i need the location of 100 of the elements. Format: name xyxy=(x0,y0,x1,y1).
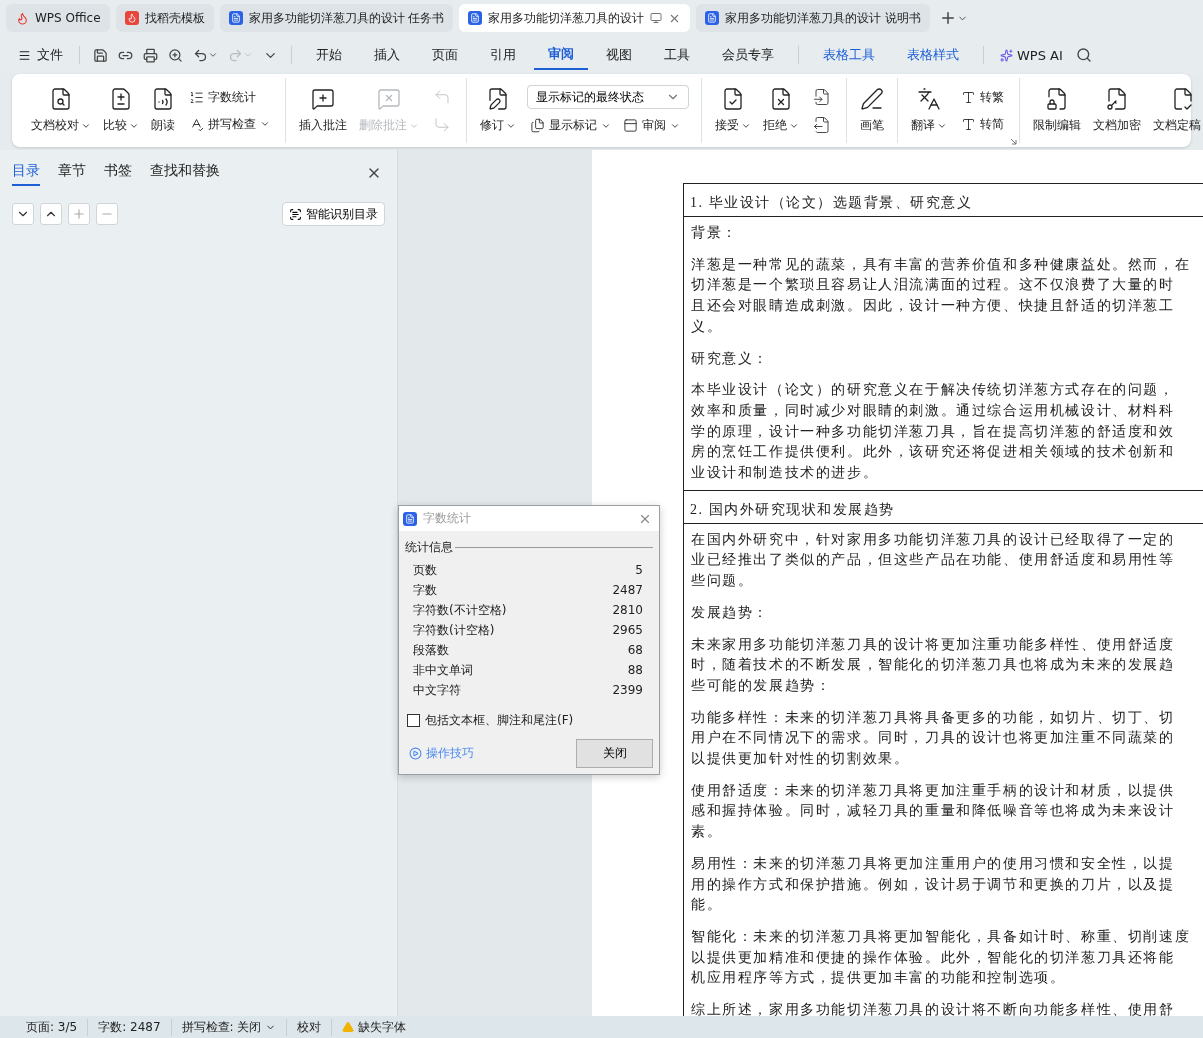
monitor-icon xyxy=(650,12,663,24)
menu-tab[interactable]: 会员专享 xyxy=(708,40,788,70)
document-logo-icon xyxy=(468,11,483,25)
stat-value: 2399 xyxy=(612,683,643,697)
status-dropdown[interactable]: 拼写检查: 关闭 xyxy=(171,1018,288,1036)
document-tab[interactable]: 家用多功能切洋葱刀具的设计 xyxy=(459,4,691,32)
warning-icon xyxy=(342,1021,355,1033)
stat-value: 2487 xyxy=(612,583,643,597)
paragraph: 背景： xyxy=(691,224,738,242)
collapse-button[interactable] xyxy=(40,203,62,225)
caret-icon xyxy=(243,50,253,60)
document-edit-icon xyxy=(486,87,510,111)
section-label: 统计信息 xyxy=(405,539,453,556)
ai-button[interactable]: WPS AI xyxy=(994,40,1069,70)
ribbon-button[interactable]: 显示标记 xyxy=(527,115,614,136)
document-x-icon xyxy=(769,87,793,111)
document-tab[interactable]: 家用多功能切洋葱刀具的设计 说明书 xyxy=(696,4,931,32)
paragraph: 易用性：未来的切洋葱刀具将更加注重用户的使用习惯和安全性，以提 用的操作方式和保护措施。例如，设计易于调节和更换的刀片，以及提 能。 xyxy=(691,854,1175,915)
ribbon-button[interactable]: 接受 xyxy=(710,83,756,138)
paragraph: 研究意义： xyxy=(691,349,769,368)
file-menu[interactable]: 文件 xyxy=(12,40,69,70)
ribbon-button[interactable]: 朗读 xyxy=(146,83,180,138)
menu-tab[interactable]: 开始 xyxy=(302,40,356,70)
section-heading: 2. 国内外研究现状和发展趋势 xyxy=(684,490,1203,524)
smart-toc-button[interactable]: 智能识别目录 xyxy=(282,202,385,226)
menu-tab[interactable]: 视图 xyxy=(592,40,646,70)
sparkle-icon xyxy=(1000,48,1013,62)
stat-label: 页数 xyxy=(413,561,437,579)
stat-label: 字符数(不计空格) xyxy=(413,601,507,619)
stat-label: 字数 xyxy=(413,581,437,599)
close-button[interactable]: 关闭 xyxy=(576,739,653,768)
ribbon-button[interactable]: 文档加密 xyxy=(1088,83,1146,138)
menu-tab[interactable]: 页面 xyxy=(418,40,472,70)
plus-icon xyxy=(72,207,86,221)
menu-tab[interactable]: 引用 xyxy=(476,40,530,70)
dialog-launcher-icon[interactable] xyxy=(1010,138,1017,145)
ribbon-button[interactable]: 拼写检查 xyxy=(186,113,273,135)
status-text: 字数: 2487 xyxy=(88,1018,172,1036)
stat-value: 5 xyxy=(635,563,643,577)
paragraph: 发展趋势： xyxy=(691,603,769,622)
search-icon xyxy=(1075,47,1092,63)
zoom-icon xyxy=(168,47,183,63)
ribbon-button[interactable]: 文档校对 xyxy=(26,83,96,138)
menu-tab[interactable]: 表格样式 xyxy=(893,40,973,70)
sidebar-tab[interactable]: 书签 xyxy=(104,160,132,186)
document-in-icon xyxy=(813,87,831,106)
comment-delete-icon xyxy=(377,87,401,111)
sidebar-tab[interactable]: 章节 xyxy=(58,160,86,186)
paragraph: 本毕业设计（论文）的研究意义在于解决传统切洋葱方式存在的问题， 效率和质量，同时减少对眼睛的刺激。通过综合运用机械设计、材料科 学的原理，设计一种多功能切洋葱刀具，旨在提高切洋葱的舒适度和效 房的烹饪工作提供便利。此外，该研究还将促进相关领域的技术创新和 业设计和制造技术的进步。 xyxy=(691,381,1175,483)
stat-label: 中文字符 xyxy=(413,681,461,699)
sidebar-tab[interactable]: 查找和替换 xyxy=(150,160,220,186)
previous-icon xyxy=(433,87,451,106)
document-out-icon xyxy=(813,115,831,134)
spell-check-icon xyxy=(189,116,204,132)
ribbon-button[interactable]: 字数统计 xyxy=(186,86,259,108)
comment-add-icon xyxy=(311,87,335,111)
stat-value: 2965 xyxy=(612,623,643,637)
dialog-title: 字数统计 xyxy=(423,510,471,527)
document-tab[interactable]: 家用多功能切洋葱刀具的设计 任务书 xyxy=(219,4,454,32)
files-icon xyxy=(530,118,545,133)
document-logo-icon xyxy=(705,11,720,25)
markup-dropdown[interactable]: 显示标记的最终状态 xyxy=(527,85,689,109)
ribbon-button[interactable]: 插入批注 xyxy=(294,83,352,138)
document-tab[interactable]: 找稻壳模板 xyxy=(115,4,214,32)
ribbon-button[interactable]: 限制编辑 xyxy=(1028,83,1086,138)
redo-icon xyxy=(228,47,243,63)
caret-icon xyxy=(208,50,218,60)
ribbon-button[interactable]: 转繁 xyxy=(958,86,1007,108)
menu-tab[interactable]: 插入 xyxy=(360,40,414,70)
document-key-icon xyxy=(1105,87,1129,111)
document-logo-icon xyxy=(403,511,417,526)
document-tab[interactable]: WPS Office xyxy=(6,4,110,32)
menu-tab[interactable]: 表格工具 xyxy=(809,40,889,70)
ribbon-button[interactable]: 翻译 xyxy=(906,83,952,138)
undo-icon xyxy=(193,47,208,63)
expand-button[interactable] xyxy=(12,203,34,225)
ribbon-button[interactable]: 修订 xyxy=(475,83,521,138)
ribbon-button[interactable]: 审阅 xyxy=(620,115,683,136)
stat-value: 68 xyxy=(627,643,643,657)
menu-tab[interactable]: 审阅 xyxy=(534,40,588,70)
ribbon-button[interactable]: 拒绝 xyxy=(758,83,804,138)
stat-value: 88 xyxy=(627,663,643,677)
menu-tab[interactable]: 工具 xyxy=(650,40,704,70)
paragraph: 未来家用多功能切洋葱刀具的设计将更加注重功能多样性、使用舒适度 时，随着技术的不断发展，智能化的切洋葱刀具也将成为未来的发展趋 些可能的发展趋势： xyxy=(691,635,1175,695)
document-lock-icon xyxy=(1045,87,1069,111)
paragraph: 功能多样性：未来的切洋葱刀具将具备更多的功能，如切片、切丁、切 用户在不同情况下的需求。同时，刀具的设计也将更加注重不同蔬菜的 以提供更加针对性的切割效果。 xyxy=(691,708,1175,769)
menu-icon xyxy=(18,48,31,62)
save-icon xyxy=(93,47,108,63)
caret-icon xyxy=(260,119,270,129)
ribbon-button[interactable]: 文档定稿 xyxy=(1148,83,1203,138)
ribbon-button[interactable]: 比较 xyxy=(98,83,144,138)
status-warning[interactable]: 缺失字体 xyxy=(332,1018,417,1036)
sidebar-tab[interactable]: 目录 xyxy=(12,160,40,186)
text-icon xyxy=(961,116,976,132)
ribbon-button[interactable]: 画笔 xyxy=(855,83,889,138)
paragraph: 智能化：未来的切洋葱刀具将更加智能化，具备如计时、称重、切削速度 以提供更加精准和便捷的操作体验。此外，智能化的切洋葱刀具还将能 机应用程序等方式，提供更加丰富的功能和控制选项。 xyxy=(691,928,1191,988)
ribbon-button[interactable]: 转简 xyxy=(958,113,1007,135)
compare-icon xyxy=(109,87,133,111)
include-checkbox[interactable]: 包括文本框、脚注和尾注(F) xyxy=(407,712,651,729)
play-icon xyxy=(409,747,422,760)
